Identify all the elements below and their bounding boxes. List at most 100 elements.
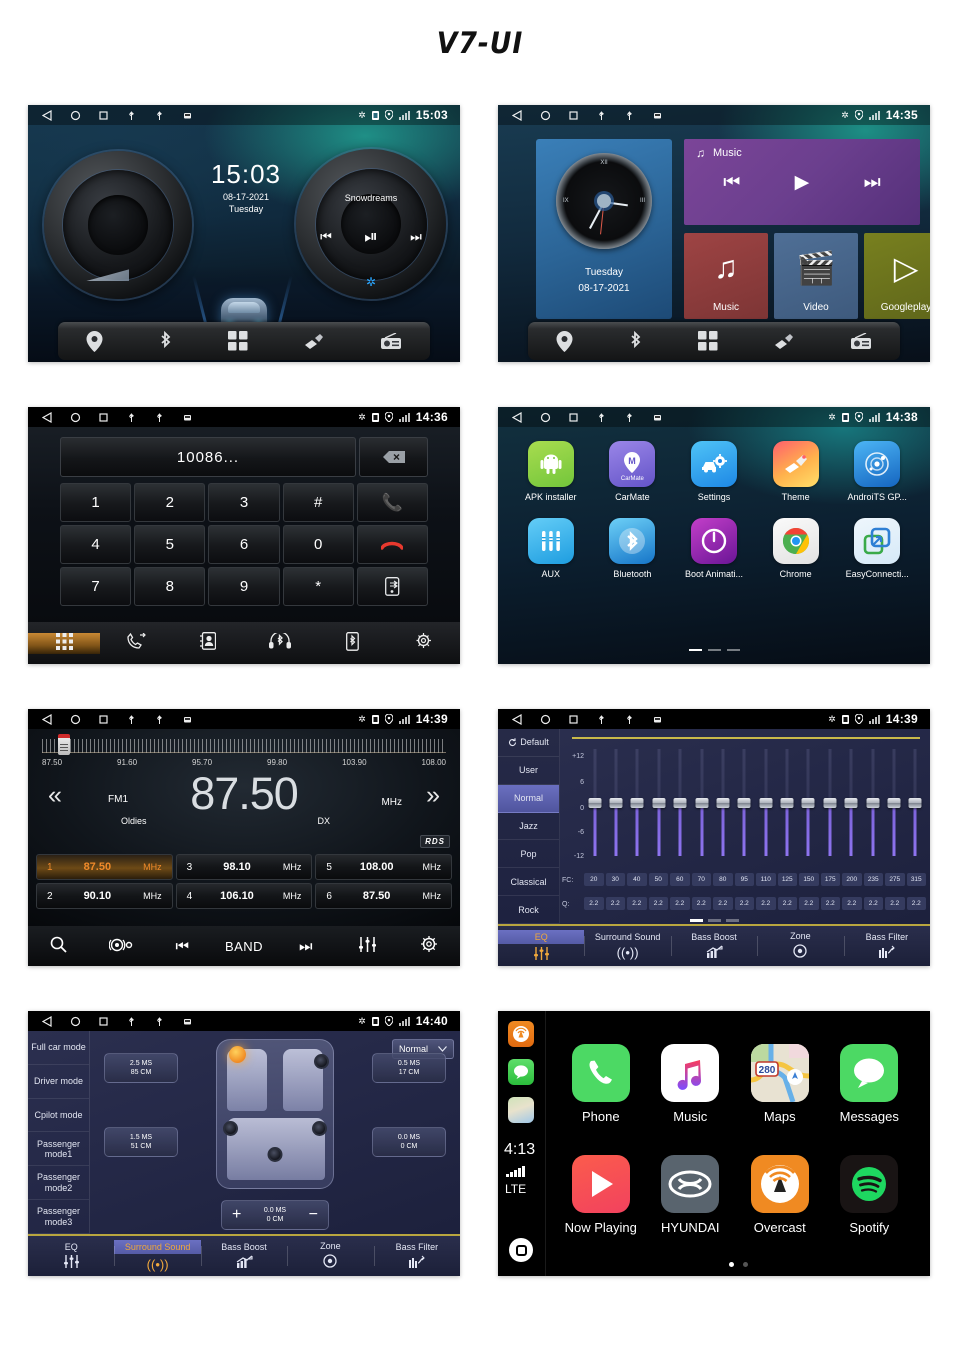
delay-front-left[interactable]: 2.5 MS 85 CM [104, 1053, 178, 1083]
eq-fc-cell[interactable]: 275 [885, 873, 905, 886]
eq-band-knob[interactable] [780, 797, 794, 808]
frequency-scale[interactable]: 87.50 91.60 95.70 99.80 103.90 108.00 [28, 733, 460, 773]
eq-fc-cell[interactable]: 315 [906, 873, 926, 886]
listening-position-marker[interactable] [229, 1046, 246, 1063]
eq-band-knob[interactable] [588, 797, 602, 808]
eq-q-cell[interactable]: 2.2 [756, 897, 776, 910]
carplay-app-hyundai[interactable]: HYUNDAI [646, 1140, 736, 1251]
carplay-app-overcast[interactable]: Overcast [735, 1140, 825, 1251]
key-8[interactable]: 8 [134, 567, 206, 606]
eq-q-cell[interactable]: 2.2 [777, 897, 797, 910]
eq-band-40[interactable] [627, 749, 648, 856]
screen-equalizer[interactable]: ✲ 14:39 Default User Normal Jazz Pop Cla… [498, 709, 930, 966]
music-widget-controls[interactable]: ⏮ ▶ ⏭ [696, 171, 908, 194]
key-3[interactable]: 3 [208, 483, 280, 522]
eq-band-knob[interactable] [844, 797, 858, 808]
radio-icon[interactable] [380, 332, 402, 350]
eq-band-275[interactable] [883, 749, 904, 856]
next-icon[interactable]: ⏭ [864, 172, 881, 194]
eq-band-80[interactable] [712, 749, 733, 856]
preset-5[interactable]: 5 108.00 MHz [315, 854, 452, 880]
eq-band-70[interactable] [691, 749, 712, 856]
eq-fc-row[interactable]: 20 30 40 50 60 70 80 95 110 125 150 175 200 235 275 315 [584, 873, 926, 886]
home-icon[interactable] [70, 1016, 81, 1027]
tab-surround-sound[interactable]: Surround Sound ((•)) [584, 926, 670, 966]
eq-preset-normal[interactable]: Normal [498, 784, 559, 813]
phone-bottom-bar[interactable] [28, 622, 460, 664]
home-icon[interactable] [540, 412, 551, 423]
equalizer-button[interactable] [337, 936, 399, 957]
mode-cpilot[interactable]: Cpilot mode [28, 1099, 89, 1133]
usb-icon[interactable] [126, 1016, 137, 1027]
eq-fc-cell[interactable]: 110 [756, 873, 776, 886]
usb-icon[interactable] [596, 412, 607, 423]
next-station-button[interactable]: ⏭ [275, 938, 337, 955]
app-aux[interactable]: AUX [510, 518, 592, 579]
home-clock[interactable]: 15:03 08-17-2021 Tuesday [200, 159, 292, 214]
tile-googleplay[interactable]: ▷ Googleplay [864, 233, 930, 319]
tab-bass-boost[interactable]: Bass Boost [200, 1236, 287, 1276]
tab-call-history[interactable] [100, 632, 172, 654]
carplay-app-grid[interactable]: Phone Music 280 Maps Messages Now Playin… [546, 1011, 930, 1276]
apps-icon[interactable] [227, 331, 248, 351]
eq-fc-cell[interactable]: 175 [820, 873, 840, 886]
app-chrome[interactable]: Chrome [755, 518, 837, 579]
eq-band-knob[interactable] [630, 797, 644, 808]
audio-tab-bar[interactable]: EQ Surround Sound ((•)) Bass Boost Zone … [28, 1234, 460, 1276]
key-1[interactable]: 1 [60, 483, 132, 522]
eq-q-cell[interactable]: 2.2 [734, 897, 754, 910]
key-9[interactable]: 9 [208, 567, 280, 606]
screen-home[interactable]: ✲ 15:03 15:03 08-17-2021 Tuesday Snowdre… [28, 105, 460, 362]
app-apk-installer[interactable]: APK installer [510, 441, 592, 502]
preset-2[interactable]: 2 90.10 MHz [36, 883, 173, 909]
eq-band-knob[interactable] [908, 797, 922, 808]
eq-preset-default[interactable]: Default [498, 729, 559, 757]
page-indicator[interactable] [498, 649, 930, 651]
prev-icon[interactable]: ⏮ [320, 229, 332, 245]
eq-fc-cell[interactable]: 20 [584, 873, 604, 886]
transfer-call-button[interactable] [356, 567, 428, 606]
eq-fc-cell[interactable]: 40 [627, 873, 647, 886]
mode-driver[interactable]: Driver mode [28, 1065, 89, 1099]
home-dock[interactable] [58, 322, 430, 360]
back-icon[interactable] [512, 713, 523, 725]
tab-contacts[interactable] [172, 632, 244, 654]
eq-band-200[interactable] [841, 749, 862, 856]
app-settings[interactable]: Settings [673, 441, 755, 502]
radio-icon[interactable] [850, 332, 872, 350]
usb-icon[interactable] [624, 714, 635, 725]
usb-icon[interactable] [126, 714, 137, 725]
usb-icon[interactable] [624, 412, 635, 423]
carplay-app-phone[interactable]: Phone [556, 1029, 646, 1140]
radio-bottom-bar[interactable]: ⏮ BAND ⏭ [28, 926, 460, 966]
delay-rear-right[interactable]: 0.0 MS 0 CM [372, 1127, 446, 1157]
mode-passenger-1[interactable]: Passenger mode1 [28, 1132, 89, 1167]
tab-settings[interactable] [388, 632, 460, 654]
app-androits-gps[interactable]: AndroiTS GP... [836, 441, 918, 502]
preset-4[interactable]: 4 106.10 MHz [175, 883, 313, 909]
screen-radio[interactable]: ✲ 14:39 87.50 91.60 95.70 99.80 103.90 1… [28, 709, 460, 966]
theme-icon[interactable] [773, 332, 795, 351]
usb-icon[interactable] [154, 110, 165, 121]
eq-preset-list[interactable]: Default User Normal Jazz Pop Classical R… [498, 729, 560, 925]
eq-band-315[interactable] [905, 749, 926, 856]
band-button[interactable]: BAND [213, 939, 275, 954]
preset-6[interactable]: 6 87.50 MHz [315, 883, 452, 909]
home-icon[interactable] [70, 412, 81, 423]
carplay-app-messages[interactable]: Messages [825, 1029, 915, 1140]
screen-dialer[interactable]: ✲ 14:36 10086... 1 2 3 # 📞 4 5 6 0 7 8 9… [28, 407, 460, 664]
us b-icon[interactable] [596, 714, 607, 725]
page-dot[interactable] [707, 649, 721, 651]
page-dot[interactable] [688, 649, 702, 651]
key-hash[interactable]: # [282, 483, 354, 522]
eq-page-indicator[interactable] [498, 919, 930, 922]
eq-q-cell[interactable]: 2.2 [906, 897, 926, 910]
sdcard-icon[interactable] [182, 110, 193, 121]
home-icon[interactable] [70, 714, 81, 725]
eq-q-cell[interactable]: 2.2 [885, 897, 905, 910]
overcast-icon[interactable] [508, 1021, 534, 1047]
tab-bt-phone[interactable] [316, 631, 388, 655]
home-icon[interactable] [540, 110, 551, 121]
carplay-app-now-playing[interactable]: Now Playing [556, 1140, 646, 1251]
recents-icon[interactable] [98, 110, 109, 121]
